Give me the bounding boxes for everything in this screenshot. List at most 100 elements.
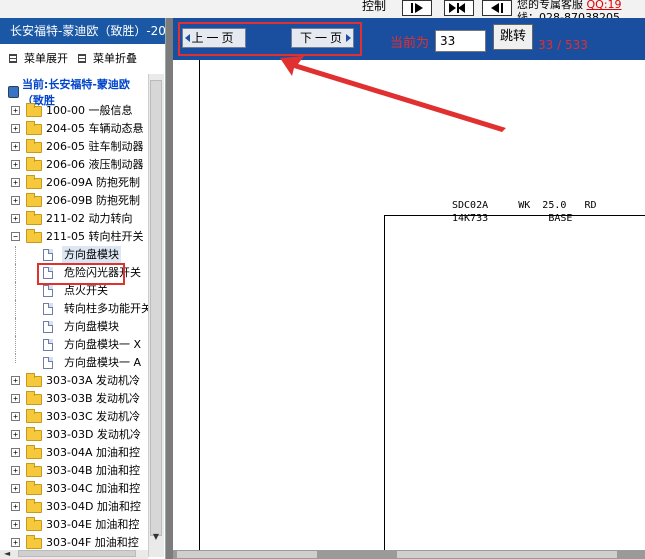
tree-folder[interactable]: +206-09B 防抱死制 xyxy=(0,192,148,210)
tree-folder[interactable]: +303-04A 加油和控 xyxy=(0,444,148,462)
step-icon[interactable] xyxy=(444,0,474,16)
tree-folder[interactable]: +206-09A 防抱死制 xyxy=(0,174,148,192)
tree-document[interactable]: 方向盘模块一 X xyxy=(0,336,148,354)
tree-document[interactable]: 方向盘模块 xyxy=(0,318,148,336)
sidebar-scroll-thumb[interactable] xyxy=(150,80,162,536)
control-label: 控制 xyxy=(362,0,387,13)
folder-icon xyxy=(26,535,42,549)
pane-splitter[interactable] xyxy=(166,18,173,559)
document-icon xyxy=(43,303,53,315)
folder-icon xyxy=(26,481,42,495)
expand-icon[interactable]: + xyxy=(11,484,20,493)
tree-document[interactable]: 方向盘模块一 A xyxy=(0,354,148,372)
tree-folder[interactable]: +204-05 车辆动态悬 xyxy=(0,120,148,138)
expand-menu-label: 菜单展开 xyxy=(24,52,68,65)
expand-icon[interactable]: + xyxy=(11,520,20,529)
expand-icon[interactable]: + xyxy=(11,448,20,457)
expand-icon[interactable]: + xyxy=(11,214,20,223)
folder-icon xyxy=(26,427,42,441)
folder-icon xyxy=(26,499,42,513)
sidebar-title: 长安福特-蒙迪欧（致胜）-201 xyxy=(0,18,165,44)
tree-folder[interactable]: +303-03D 发动机冷 xyxy=(0,426,148,444)
tree-folder[interactable]: +303-04B 加油和控 xyxy=(0,462,148,480)
folder-icon xyxy=(26,373,42,387)
folder-icon xyxy=(26,103,42,117)
folder-icon xyxy=(26,121,42,135)
page-toolbar: 上一页 下一页 当前为 跳转 33 / 533 xyxy=(173,18,645,60)
folder-icon xyxy=(26,157,42,171)
current-vehicle[interactable]: 当前:长安福特-蒙迪欧（致胜 xyxy=(0,78,148,107)
diagram-line-1: SDC02A WK 25.0 RD xyxy=(452,200,597,211)
jump-button[interactable]: 跳转 xyxy=(493,24,533,50)
tree-folder[interactable]: +206-05 驻车制动器 xyxy=(0,138,148,156)
expand-icon[interactable]: + xyxy=(11,376,20,385)
expand-icon[interactable]: + xyxy=(11,538,20,547)
page-border-left xyxy=(199,60,200,550)
expand-icon[interactable]: + xyxy=(11,502,20,511)
expand-icon[interactable]: + xyxy=(11,178,20,187)
folder-icon xyxy=(26,193,42,207)
tree-connector xyxy=(15,354,16,363)
expand-icon[interactable]: + xyxy=(11,142,20,151)
last-page-icon[interactable] xyxy=(402,0,432,16)
scroll-down-icon[interactable]: ▼ xyxy=(150,532,162,546)
selection-highlight-box xyxy=(37,263,125,285)
tree-folder-open[interactable]: −211-05 转向柱开关 xyxy=(0,228,148,246)
tree-folder[interactable]: +100-00 一般信息 xyxy=(0,102,148,120)
expand-menu-button[interactable]: 菜单展开 xyxy=(9,50,68,66)
expand-icon[interactable]: + xyxy=(11,160,20,169)
expand-icon[interactable]: + xyxy=(11,106,20,115)
collapse-icon[interactable]: − xyxy=(11,232,20,241)
tree-connector xyxy=(15,282,16,300)
expand-icon[interactable]: + xyxy=(11,412,20,421)
document-icon xyxy=(43,339,53,351)
top-strip: 控制 您的专属客服 QQ:19 线：028-87038205 xyxy=(0,0,645,24)
expand-icon[interactable]: + xyxy=(11,196,20,205)
folder-icon xyxy=(26,391,42,405)
menu-bar: 菜单展开 菜单折叠 xyxy=(0,44,165,72)
folder-icon xyxy=(26,409,42,423)
scroll-left-icon[interactable]: ◄ xyxy=(4,549,10,558)
expand-icon[interactable]: + xyxy=(11,394,20,403)
collapse-menu-button[interactable]: 菜单折叠 xyxy=(78,50,137,66)
collapse-menu-label: 菜单折叠 xyxy=(93,52,137,65)
sidebar: 长安福特-蒙迪欧（致胜）-201 菜单展开 菜单折叠 当前:长安福特-蒙迪欧（致… xyxy=(0,18,166,559)
page-number-input[interactable] xyxy=(435,30,486,52)
folder-icon xyxy=(26,517,42,531)
folder-icon xyxy=(26,463,42,477)
computer-icon xyxy=(8,86,19,98)
tree-folder[interactable]: +303-03B 发动机冷 xyxy=(0,390,148,408)
tree-document[interactable]: 方向盘模块 xyxy=(0,246,148,264)
document-scroll-thumb[interactable] xyxy=(177,551,317,558)
document-icon xyxy=(43,357,53,369)
tree-folder[interactable]: +303-03A 发动机冷 xyxy=(0,372,148,390)
current-page-label: 当前为 xyxy=(390,36,430,51)
expand-icon[interactable]: + xyxy=(11,430,20,439)
folder-icon xyxy=(26,211,42,225)
document-scroll-track xyxy=(397,551,617,558)
tree-folder[interactable]: +303-04D 加油和控 xyxy=(0,498,148,516)
folder-icon xyxy=(26,139,42,153)
tree-folder[interactable]: +211-02 动力转向 xyxy=(0,210,148,228)
tree-connector xyxy=(15,300,16,318)
list-icon xyxy=(9,53,17,63)
sidebar-horizontal-thumb[interactable] xyxy=(18,550,136,557)
expand-icon[interactable]: + xyxy=(11,466,20,475)
tree-folder[interactable]: +303-03C 发动机冷 xyxy=(0,408,148,426)
first-page-icon[interactable] xyxy=(482,0,512,16)
tree-folder[interactable]: +303-04E 加油和控 xyxy=(0,516,148,534)
tree-folder[interactable]: +303-04C 加油和控 xyxy=(0,480,148,498)
tree-connector xyxy=(15,246,16,264)
tree-document[interactable]: 转向柱多功能开关 xyxy=(0,300,152,318)
folder-icon xyxy=(26,445,42,459)
folder-icon xyxy=(26,175,42,189)
document-icon xyxy=(43,321,53,333)
expand-icon[interactable]: + xyxy=(11,124,20,133)
tree-folder[interactable]: +206-06 液压制动器 xyxy=(0,156,148,174)
document-icon xyxy=(43,285,53,297)
list-icon xyxy=(78,53,86,63)
diagram-line-2: 14K733 BASE xyxy=(452,213,573,224)
nav-highlight-box xyxy=(178,22,362,56)
diagram-box-left xyxy=(384,215,385,550)
document-view[interactable]: SDC02A WK 25.0 RD 14K733 BASE xyxy=(173,60,645,559)
